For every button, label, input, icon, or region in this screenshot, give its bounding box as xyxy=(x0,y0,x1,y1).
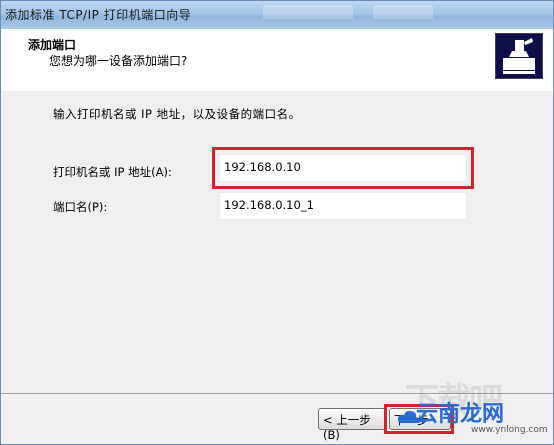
wizard-window: 添加标准 TCP/IP 打印机端口向导 添加端口 您想为哪一设备添加端口? 输入… xyxy=(0,0,554,445)
watermark-url: www.ynlong.com xyxy=(471,425,548,435)
port-name-input[interactable]: 192.168.0.10_1 xyxy=(219,192,467,220)
wizard-header: 添加端口 您想为哪一设备添加端口? xyxy=(1,29,553,92)
back-button[interactable]: < 上一步(B) xyxy=(318,408,386,442)
title-bar[interactable]: 添加标准 TCP/IP 打印机端口向导 xyxy=(1,1,553,29)
printer-icon xyxy=(495,33,543,79)
window-title: 添加标准 TCP/IP 打印机端口向导 xyxy=(5,8,192,22)
port-name-label: 端口名(P): xyxy=(53,200,108,214)
background-window-ghost xyxy=(373,5,433,19)
highlight-box xyxy=(212,147,474,189)
instruction-text: 输入打印机名或 IP 地址，以及设备的端口名。 xyxy=(53,107,301,121)
header-title: 添加端口 xyxy=(28,38,77,52)
printer-name-label: 打印机名或 IP 地址(A): xyxy=(53,165,172,179)
header-subtitle: 您想为哪一设备添加端口? xyxy=(49,54,188,68)
wizard-body: 输入打印机名或 IP 地址，以及设备的端口名。 打印机名或 IP 地址(A): … xyxy=(1,91,553,394)
background-window-ghost xyxy=(263,5,353,19)
watermark-logo-text: 云南龙网 xyxy=(416,402,505,427)
